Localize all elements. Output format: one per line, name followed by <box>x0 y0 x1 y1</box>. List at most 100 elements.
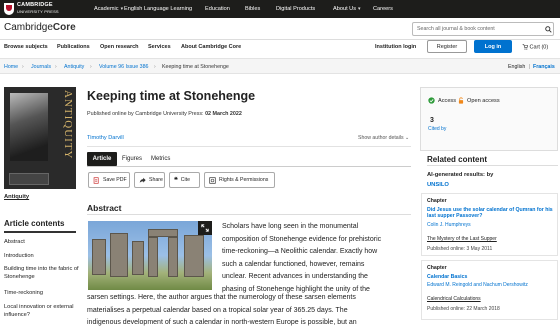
copyright-icon <box>209 176 216 184</box>
stone <box>92 239 106 275</box>
ai-generated-label: AI-generated results: by <box>427 172 494 178</box>
quote-icon: ❝ <box>174 177 178 184</box>
related-card-source[interactable]: Calendrical Calculations <box>427 296 481 302</box>
divider <box>87 146 411 147</box>
stone <box>184 235 204 277</box>
expand-image-icon[interactable] <box>198 221 212 235</box>
abstract-heading: Abstract <box>87 203 122 213</box>
journal-cover[interactable]: ANTIQUITY <box>4 87 76 189</box>
tab-metrics[interactable]: Metrics <box>151 152 170 166</box>
search-input[interactable]: Search all journal & book content <box>413 26 543 32</box>
published-info: Published online by Cambridge University… <box>87 111 242 117</box>
crumb-separator: › <box>154 64 156 70</box>
crumb-journals[interactable]: Journals <box>31 64 51 70</box>
tab-article[interactable]: Article <box>87 152 117 166</box>
related-card-authors[interactable]: Colin J. Humphreys <box>427 222 471 228</box>
toc-item-time-reckoning[interactable]: Time-reckoning <box>4 289 80 297</box>
cambridge-shield-icon <box>4 3 14 15</box>
nav-about-core[interactable]: About Cambridge Core <box>181 44 241 50</box>
topnav-english[interactable]: English Language Learning <box>124 6 192 12</box>
crumb-separator: › <box>90 64 92 70</box>
open-access-badge: Open access <box>458 97 500 104</box>
stonehenge-image[interactable] <box>88 221 212 290</box>
share-button[interactable]: Share <box>134 172 165 188</box>
chevron-down-icon: ⌄ <box>405 135 410 141</box>
breadcrumb: Home › Journals › Antiquity › Volume 96 … <box>0 58 560 74</box>
toc-item-building-time[interactable]: Building time into the fabric of Stonehe… <box>4 265 80 281</box>
cover-image <box>10 93 48 161</box>
show-author-details[interactable]: Show author details ⌄ <box>358 135 409 141</box>
topnav-careers[interactable]: Careers <box>373 6 393 12</box>
search-box[interactable]: Search all journal & book content <box>412 22 554 36</box>
cover-footer-box <box>9 173 49 185</box>
unsilo-link[interactable]: UNSILO <box>427 182 449 188</box>
toc-divider <box>4 231 76 233</box>
toc-item-local-innovation[interactable]: Local innovation or external influence? <box>4 303 80 319</box>
article-title: Keeping time at Stonehenge <box>87 89 256 103</box>
tabs-underline <box>87 166 411 167</box>
login-button[interactable]: Log in <box>474 40 512 53</box>
crumb-antiquity[interactable]: Antiquity <box>64 64 84 70</box>
tab-figures[interactable]: Figures <box>122 152 142 166</box>
cart-icon <box>522 44 529 50</box>
lang-separator: | <box>529 64 531 70</box>
lintel-stone <box>148 229 178 237</box>
open-lock-icon <box>458 97 464 104</box>
related-card-authors[interactable]: Edward M. Reingold and Nachum Dershowitz <box>427 282 528 288</box>
register-button[interactable]: Register <box>427 40 467 53</box>
lang-french[interactable]: Français <box>533 64 555 70</box>
journal-link[interactable]: Antiquity <box>4 194 29 200</box>
chevron-down-icon: ▾ <box>120 6 124 12</box>
share-icon <box>139 177 146 183</box>
cambridge-logo[interactable]: CAMBRIDGE UNIVERSITY PRESS <box>4 3 84 15</box>
cart-link[interactable]: Cart (0) <box>522 44 548 50</box>
pdf-icon <box>93 176 99 184</box>
lang-english[interactable]: English <box>508 64 525 70</box>
toc-item-abstract[interactable]: Abstract <box>4 238 80 246</box>
search-icon[interactable] <box>543 24 553 34</box>
topnav-digital[interactable]: Digital Products <box>276 6 315 12</box>
cambridge-core-logo[interactable]: CambridgeCore <box>4 22 76 33</box>
cite-button[interactable]: ❝ Cite <box>169 172 200 188</box>
nav-open-research[interactable]: Open research <box>100 44 139 50</box>
related-divider <box>427 165 558 166</box>
published-date: 02 March 2022 <box>205 111 242 117</box>
save-pdf-button[interactable]: Save PDF <box>88 172 130 188</box>
crumb-separator: › <box>22 64 24 70</box>
topnav-academic[interactable]: Academic ▾ <box>94 6 123 12</box>
stone <box>168 237 178 277</box>
nav-services[interactable]: Services <box>148 44 171 50</box>
toc-item-introduction[interactable]: Introduction <box>4 252 80 260</box>
nav-publications[interactable]: Publications <box>57 44 90 50</box>
related-card-title[interactable]: Did Jesus use the solar calendar of Qumr… <box>427 207 555 219</box>
cited-count: 3 <box>430 117 434 124</box>
related-card-title[interactable]: Calendar Basics <box>427 274 555 280</box>
stone <box>110 233 128 277</box>
related-card-type: Chapter <box>427 198 447 204</box>
chevron-down-icon: ▾ <box>358 6 361 12</box>
access-status: Access <box>428 97 456 104</box>
rights-permissions-button[interactable]: Rights & Permissions <box>204 172 275 188</box>
topnav-bibles[interactable]: Bibles <box>245 6 260 12</box>
crumb-home[interactable]: Home <box>4 64 18 70</box>
crumb-volume[interactable]: Volume 96 Issue 386 <box>99 64 148 70</box>
related-card-published: Published online: 22 March 2018 <box>427 306 500 312</box>
top-bar: CAMBRIDGE UNIVERSITY PRESS Academic ▾ Eng… <box>0 0 560 18</box>
topnav-education[interactable]: Education <box>205 6 230 12</box>
stone <box>148 237 158 277</box>
cited-by-link[interactable]: Cited by <box>428 126 446 132</box>
cover-title: ANTIQUITY <box>62 90 74 160</box>
check-circle-icon <box>428 97 435 104</box>
related-card-published: Published online: 3 May 2011 <box>427 246 493 252</box>
crumb-current: Keeping time at Stonehenge <box>162 64 229 70</box>
crumb-separator: › <box>55 64 57 70</box>
abstract-divider <box>87 214 411 215</box>
abstract-text-continued: sarsen settings. Here, the author argues… <box>87 294 357 326</box>
author-link[interactable]: Timothy Darvill <box>87 135 124 141</box>
related-card-type: Chapter <box>427 265 447 271</box>
topnav-about[interactable]: About Us ▾ <box>333 6 361 12</box>
institution-login-link[interactable]: Institution login <box>375 44 416 50</box>
stone <box>132 241 144 275</box>
nav-browse-subjects[interactable]: Browse subjects <box>4 44 48 50</box>
related-card-source[interactable]: The Mystery of the Last Supper <box>427 236 497 242</box>
